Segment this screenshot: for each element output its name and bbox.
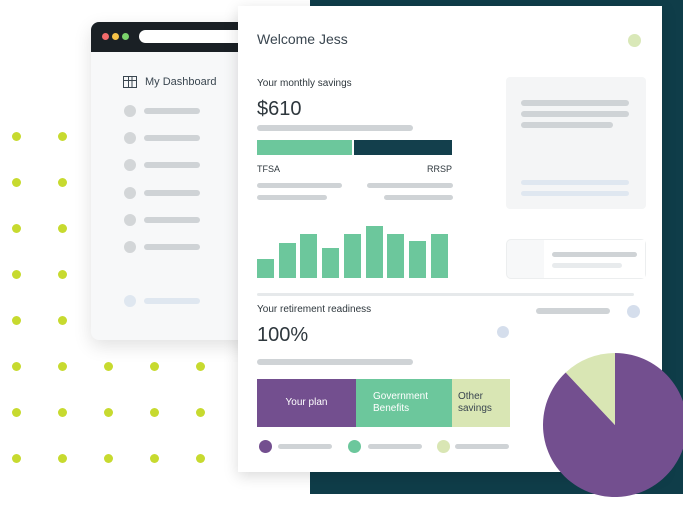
page-title: Welcome Jess [257,31,348,47]
placeholder-line [521,111,629,117]
segment-label: Government Benefits [373,391,429,414]
sidebar-item[interactable] [124,295,200,307]
decorative-dot [12,270,21,279]
decorative-dot [104,408,113,417]
decorative-dot [58,224,67,233]
sidebar-item[interactable] [124,187,200,199]
placeholder-line [552,263,622,268]
savings-bar [409,241,426,278]
decorative-dot [196,362,205,371]
segment-your-plan[interactable]: Your plan [257,379,356,427]
legend-placeholder [278,444,332,449]
rrsp-label: RRSP [427,164,453,174]
savings-bar [279,243,296,278]
tfsa-rrsp-split-bar [257,140,452,155]
decorative-dot [12,224,21,233]
legend-placeholder [455,444,509,449]
sidebar-item[interactable] [124,159,200,171]
decorative-dot [150,408,159,417]
status-indicator [628,34,641,47]
sidebar-item-my-dashboard[interactable]: My Dashboard [123,76,217,88]
monthly-savings-label: Your monthly savings [257,78,352,89]
placeholder-line [521,100,629,106]
decorative-dot [104,454,113,463]
savings-bar-chart [257,206,452,278]
decorative-dot [58,270,67,279]
decorative-dot [104,362,113,371]
decorative-dot [196,454,205,463]
segment-other-savings[interactable]: Other savings [452,379,510,427]
decorative-dot [12,362,21,371]
placeholder-line [536,308,610,314]
placeholder-line [257,359,413,365]
sidebar-item[interactable] [124,105,200,117]
decorative-dot [12,178,21,187]
decorative-dot [58,132,67,141]
savings-bar [322,248,339,278]
decorative-dot [58,454,67,463]
decorative-dot [12,316,21,325]
legend-placeholder [368,444,422,449]
divider [257,293,634,296]
close-window-icon[interactable] [102,33,109,40]
retirement-pie-chart [542,352,683,502]
info-panel [506,77,646,209]
segment-label: Other savings [458,391,492,414]
placeholder-line [521,180,629,185]
segment-government-benefits[interactable]: Government Benefits [356,379,452,427]
decorative-dot [12,454,21,463]
mini-card[interactable] [506,239,646,279]
placeholder-line [552,252,637,257]
indicator-dot [497,326,509,338]
legend-dot-government-benefits [348,440,361,453]
tfsa-segment [257,140,352,155]
savings-bar [257,259,274,278]
placeholder-line [384,195,453,200]
savings-bar [366,226,383,278]
decorative-dot [12,408,21,417]
decorative-dot [150,362,159,371]
sidebar-item-label: My Dashboard [145,76,217,88]
savings-bar [387,234,404,278]
sidebar-item[interactable] [124,241,200,253]
retirement-readiness-label: Your retirement readiness [257,304,372,315]
placeholder-line [367,183,453,188]
decorative-dot [58,178,67,187]
indicator-dot [627,305,640,318]
rrsp-segment [354,140,452,155]
placeholder-line [521,191,629,196]
savings-bar [344,234,361,278]
segment-label: Your plan [285,397,328,408]
decorative-dot [12,132,21,141]
legend-dot-other-savings [437,440,450,453]
retirement-readiness-percent: 100% [257,324,309,346]
placeholder-line [257,183,342,188]
decorative-dot [58,316,67,325]
decorative-dot [196,408,205,417]
mini-card-content [544,240,645,278]
savings-bar [431,234,448,278]
tfsa-label: TFSA [257,164,281,174]
placeholder-line [257,125,413,131]
monthly-savings-amount: $610 [257,98,302,120]
decorative-dot [58,362,67,371]
legend-dot-your-plan [259,440,272,453]
decorative-dot [58,408,67,417]
sidebar-item[interactable] [124,214,200,226]
minimize-window-icon[interactable] [112,33,119,40]
savings-bar [300,234,317,278]
placeholder-line [257,195,327,200]
maximize-window-icon[interactable] [122,33,129,40]
sidebar-item[interactable] [124,132,200,144]
placeholder-line [521,122,613,128]
decorative-dot [150,454,159,463]
grid-icon [123,76,137,88]
